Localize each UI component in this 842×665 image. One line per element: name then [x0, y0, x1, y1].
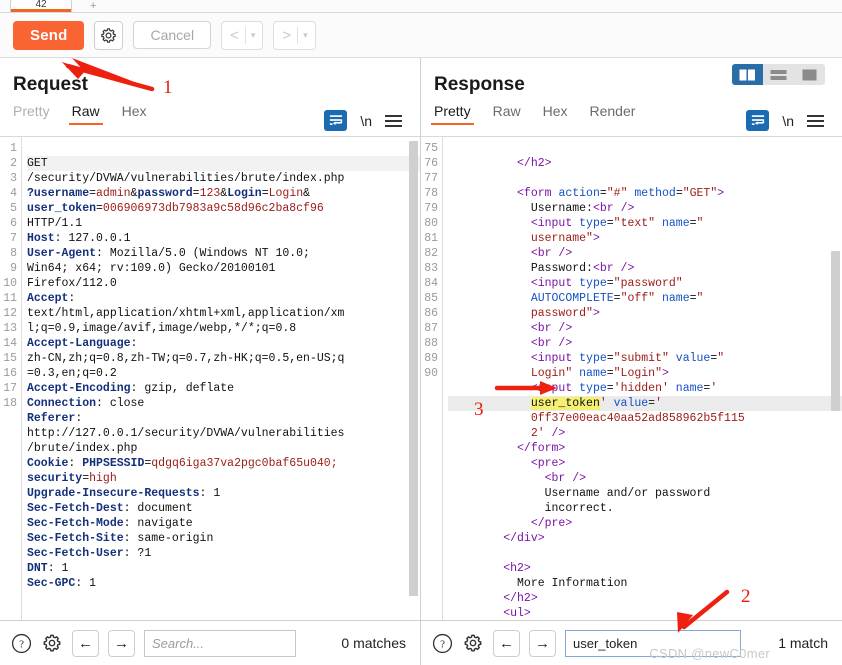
layout-split-vertical-button[interactable] [732, 64, 763, 85]
cancel-button[interactable]: Cancel [133, 21, 212, 49]
question-mark-icon[interactable]: ? [431, 632, 453, 654]
search-next-button[interactable]: → [108, 629, 135, 657]
search-next-button[interactable]: → [529, 629, 556, 657]
gear-icon [101, 27, 117, 43]
response-scrollbar[interactable] [831, 141, 840, 616]
search-prev-button[interactable]: ← [493, 629, 520, 657]
request-code[interactable]: GET/security/DVWA/vulnerabilities/brute/… [22, 137, 420, 620]
request-pane-header: Request Pretty Raw Hex \n [0, 58, 420, 136]
gear-glyph [43, 634, 61, 652]
response-header-icons: \n [746, 110, 824, 131]
chevron-left-icon: < [230, 26, 239, 44]
response-tab-render[interactable]: Render [590, 103, 636, 125]
svg-text:?: ? [440, 638, 445, 650]
response-match-count: 1 match [778, 635, 828, 651]
response-pane-header: Response Pretty Raw Hex Render \n [421, 58, 842, 136]
gear-icon[interactable] [462, 632, 484, 654]
response-pane: Response Pretty Raw Hex Render \n 75 76 … [421, 58, 842, 620]
response-gutter: 75 76 77 78 79 80 81 82 83 84 85 86 87 8… [421, 137, 443, 620]
repeater-toolbar: Send Cancel < ▾ > ▾ [0, 13, 842, 58]
split-vertical-icon [739, 69, 755, 80]
word-wrap-glyph [751, 115, 764, 126]
history-back-button[interactable]: < ▾ [221, 20, 264, 50]
help-glyph: ? [11, 633, 31, 653]
request-tab-pretty[interactable]: Pretty [13, 103, 50, 125]
question-mark-icon[interactable]: ? [10, 632, 32, 654]
request-editor[interactable]: 1 2 3 4 5 6 7 8 9 10 11 12 13 14 15 16 1… [0, 136, 420, 620]
layout-toggle-group [732, 64, 825, 85]
request-tab-hex[interactable]: Hex [122, 103, 147, 125]
word-wrap-icon[interactable] [746, 110, 770, 131]
word-wrap-glyph [329, 115, 342, 126]
response-search-input[interactable] [565, 629, 741, 657]
send-settings-button[interactable] [94, 20, 124, 50]
hamburger-menu-icon[interactable] [385, 112, 402, 130]
request-scrollbar-thumb[interactable] [409, 141, 418, 596]
response-tab-raw[interactable]: Raw [493, 103, 521, 125]
repeater-tab-strip: 42 + [0, 0, 842, 13]
response-scrollbar-thumb[interactable] [831, 251, 840, 411]
request-header-icons: \n [324, 110, 402, 131]
layout-single-pane-button[interactable] [794, 64, 825, 85]
svg-text:?: ? [19, 638, 24, 650]
new-tab-button[interactable]: + [90, 1, 96, 12]
response-code[interactable]: </h2> <form action="#" method="GET"> Use… [443, 137, 842, 620]
layout-split-horizontal-button[interactable] [763, 64, 794, 85]
split-horizontal-icon [770, 69, 787, 80]
request-scrollbar[interactable] [409, 141, 418, 616]
single-pane-icon [802, 69, 817, 80]
request-search-input[interactable] [144, 629, 296, 657]
gear-glyph [464, 634, 482, 652]
response-tab-pretty[interactable]: Pretty [431, 103, 474, 125]
gear-icon[interactable] [41, 632, 63, 654]
request-pane: Request Pretty Raw Hex \n 1 2 3 4 5 6 7 … [0, 58, 421, 620]
help-glyph: ? [432, 633, 452, 653]
history-forward-button[interactable]: > ▾ [273, 20, 316, 50]
request-search-bar: ? ← → 0 matches [0, 620, 421, 665]
hamburger-menu-icon[interactable] [807, 112, 824, 130]
newline-toggle[interactable]: \n [782, 113, 794, 129]
response-tab-hex[interactable]: Hex [543, 103, 568, 125]
repeater-tab-label: 42 [35, 0, 47, 10]
request-title: Request [13, 74, 88, 95]
bottom-search-bars: ? ← → 0 matches ? ← → [0, 620, 842, 665]
newline-toggle[interactable]: \n [360, 113, 372, 129]
response-user-token-match: user_token [530, 397, 600, 410]
send-button[interactable]: Send [13, 20, 85, 50]
request-match-count: 0 matches [341, 635, 406, 651]
response-search-bar: ? ← → 1 match CSDN @newC0mer [421, 620, 842, 665]
search-prev-button[interactable]: ← [72, 629, 99, 657]
response-editor[interactable]: 75 76 77 78 79 80 81 82 83 84 85 86 87 8… [421, 136, 842, 620]
request-gutter: 1 2 3 4 5 6 7 8 9 10 11 12 13 14 15 16 1… [0, 137, 22, 620]
repeater-tab-42[interactable]: 42 [10, 0, 72, 12]
chevron-right-icon: > [282, 26, 292, 44]
request-response-panes: Request Pretty Raw Hex \n 1 2 3 4 5 6 7 … [0, 58, 842, 620]
word-wrap-icon[interactable] [324, 110, 348, 131]
chevron-down-icon[interactable]: ▾ [298, 30, 315, 41]
request-tab-raw[interactable]: Raw [68, 103, 103, 125]
chevron-down-icon[interactable]: ▾ [246, 30, 263, 41]
